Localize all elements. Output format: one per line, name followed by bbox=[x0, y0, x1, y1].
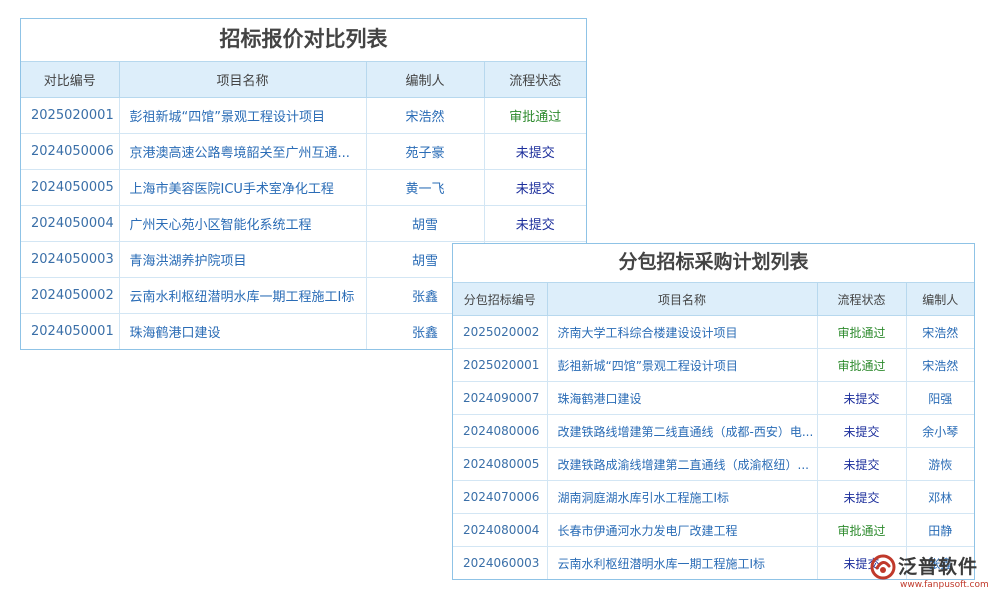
row-person: 宋浩然 bbox=[906, 316, 974, 349]
row-code[interactable]: 2024050004 bbox=[21, 206, 119, 242]
row-project-name[interactable]: 云南水利枢纽潜明水库一期工程施工I标 bbox=[119, 278, 366, 314]
table-row[interactable]: 2025020001彭祖新城“四馆”景观工程设计项目宋浩然审批通过 bbox=[21, 98, 586, 134]
row-person: 田静 bbox=[906, 514, 974, 547]
row-person: 宋浩然 bbox=[366, 98, 484, 134]
row-person: 宋浩然 bbox=[906, 349, 974, 382]
subcontract-plan-title: 分包招标采购计划列表 bbox=[453, 244, 974, 283]
row-code[interactable]: 2024070006 bbox=[453, 481, 547, 514]
row-status: 未提交 bbox=[484, 134, 586, 170]
row-person: 阳强 bbox=[906, 382, 974, 415]
row-status: 未提交 bbox=[817, 382, 906, 415]
column-header-project-name[interactable]: 项目名称 bbox=[119, 62, 366, 98]
bid-comparison-title: 招标报价对比列表 bbox=[21, 19, 586, 62]
table-row[interactable]: 2025020002济南大学工科综合楼建设设计项目审批通过宋浩然 bbox=[453, 316, 974, 349]
row-status: 审批通过 bbox=[484, 98, 586, 134]
row-code[interactable]: 2025020001 bbox=[453, 349, 547, 382]
row-person: 黄一飞 bbox=[366, 170, 484, 206]
row-code[interactable]: 2025020001 bbox=[21, 98, 119, 134]
row-status: 未提交 bbox=[817, 448, 906, 481]
row-code[interactable]: 2024080004 bbox=[453, 514, 547, 547]
row-code[interactable]: 2024050001 bbox=[21, 314, 119, 350]
row-status: 未提交 bbox=[484, 170, 586, 206]
row-code[interactable]: 2024050003 bbox=[21, 242, 119, 278]
subcontract-plan-table: 分包招标编号 项目名称 流程状态 编制人 2025020002济南大学工科综合楼… bbox=[453, 283, 974, 579]
row-project-name[interactable]: 济南大学工科综合楼建设设计项目 bbox=[547, 316, 817, 349]
fanpu-watermark: 泛普软件 www.fanpusoft.com bbox=[870, 552, 998, 598]
table-row[interactable]: 2024070006湖南洞庭湖水库引水工程施工I标未提交邓林 bbox=[453, 481, 974, 514]
row-project-name[interactable]: 云南水利枢纽潜明水库一期工程施工I标 bbox=[547, 547, 817, 580]
row-code[interactable]: 2024050006 bbox=[21, 134, 119, 170]
row-status: 审批通过 bbox=[817, 316, 906, 349]
subcontract-plan-panel: 分包招标采购计划列表 分包招标编号 项目名称 流程状态 编制人 20250200… bbox=[452, 243, 975, 580]
table-row[interactable]: 2024050006京港澳高速公路粤境韶关至广州互通...苑子豪未提交 bbox=[21, 134, 586, 170]
row-project-name[interactable]: 长春市伊通河水力发电厂改建工程 bbox=[547, 514, 817, 547]
column-header-person[interactable]: 编制人 bbox=[906, 283, 974, 316]
row-person: 邓林 bbox=[906, 481, 974, 514]
row-person: 余小琴 bbox=[906, 415, 974, 448]
row-project-name[interactable]: 青海洪湖养护院项目 bbox=[119, 242, 366, 278]
row-project-name[interactable]: 上海市美容医院ICU手术室净化工程 bbox=[119, 170, 366, 206]
column-header-person[interactable]: 编制人 bbox=[366, 62, 484, 98]
row-project-name[interactable]: 珠海鹤港口建设 bbox=[119, 314, 366, 350]
row-project-name[interactable]: 改建铁路成渝线增建第二直通线（成渝枢纽）... bbox=[547, 448, 817, 481]
row-code[interactable]: 2025020002 bbox=[453, 316, 547, 349]
row-project-name[interactable]: 改建铁路线增建第二线直通线（成都-西安）电... bbox=[547, 415, 817, 448]
table-row[interactable]: 2024080005改建铁路成渝线增建第二直通线（成渝枢纽）...未提交游恢 bbox=[453, 448, 974, 481]
column-header-project-name[interactable]: 项目名称 bbox=[547, 283, 817, 316]
row-project-name[interactable]: 广州天心苑小区智能化系统工程 bbox=[119, 206, 366, 242]
row-project-name[interactable]: 京港澳高速公路粤境韶关至广州互通... bbox=[119, 134, 366, 170]
row-project-name[interactable]: 珠海鹤港口建设 bbox=[547, 382, 817, 415]
table-row[interactable]: 2024090007珠海鹤港口建设未提交阳强 bbox=[453, 382, 974, 415]
watermark-text: 泛普软件 bbox=[898, 552, 978, 579]
row-code[interactable]: 2024080006 bbox=[453, 415, 547, 448]
row-code[interactable]: 2024050005 bbox=[21, 170, 119, 206]
column-header-code[interactable]: 对比编号 bbox=[21, 62, 119, 98]
row-project-name[interactable]: 彭祖新城“四馆”景观工程设计项目 bbox=[119, 98, 366, 134]
table-row[interactable]: 2024080006改建铁路线增建第二线直通线（成都-西安）电...未提交余小琴 bbox=[453, 415, 974, 448]
row-status: 审批通过 bbox=[817, 349, 906, 382]
column-header-code[interactable]: 分包招标编号 bbox=[453, 283, 547, 316]
row-status: 未提交 bbox=[817, 481, 906, 514]
table-header-row: 分包招标编号 项目名称 流程状态 编制人 bbox=[453, 283, 974, 316]
table-row[interactable]: 2024050004广州天心苑小区智能化系统工程胡雪未提交 bbox=[21, 206, 586, 242]
row-status: 未提交 bbox=[484, 206, 586, 242]
column-header-status[interactable]: 流程状态 bbox=[484, 62, 586, 98]
row-code[interactable]: 2024050002 bbox=[21, 278, 119, 314]
fanpu-logo-icon bbox=[870, 554, 896, 580]
row-person: 胡雪 bbox=[366, 206, 484, 242]
row-status: 未提交 bbox=[817, 415, 906, 448]
row-person: 苑子豪 bbox=[366, 134, 484, 170]
row-person: 游恢 bbox=[906, 448, 974, 481]
table-row[interactable]: 2024080004长春市伊通河水力发电厂改建工程审批通过田静 bbox=[453, 514, 974, 547]
row-status: 审批通过 bbox=[817, 514, 906, 547]
row-code[interactable]: 2024080005 bbox=[453, 448, 547, 481]
row-code[interactable]: 2024090007 bbox=[453, 382, 547, 415]
column-header-status[interactable]: 流程状态 bbox=[817, 283, 906, 316]
table-header-row: 对比编号 项目名称 编制人 流程状态 bbox=[21, 62, 586, 98]
watermark-url: www.fanpusoft.com bbox=[900, 580, 989, 590]
table-row[interactable]: 2024050005上海市美容医院ICU手术室净化工程黄一飞未提交 bbox=[21, 170, 586, 206]
row-code[interactable]: 2024060003 bbox=[453, 547, 547, 580]
row-project-name[interactable]: 湖南洞庭湖水库引水工程施工I标 bbox=[547, 481, 817, 514]
table-row[interactable]: 2025020001彭祖新城“四馆”景观工程设计项目审批通过宋浩然 bbox=[453, 349, 974, 382]
row-project-name[interactable]: 彭祖新城“四馆”景观工程设计项目 bbox=[547, 349, 817, 382]
